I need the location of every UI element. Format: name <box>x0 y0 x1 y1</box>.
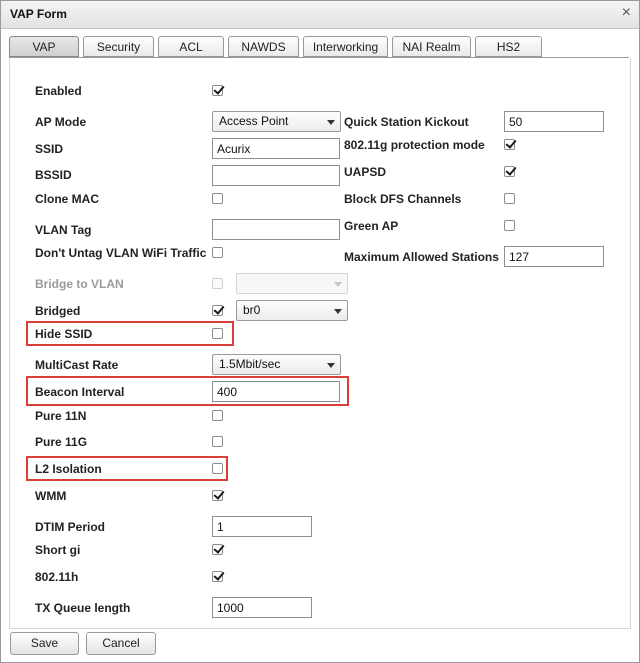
bridged-checkbox[interactable] <box>212 305 223 316</box>
pure-11n-checkbox[interactable] <box>212 410 223 421</box>
dot11h-label: 802.11h <box>35 570 79 584</box>
beacon-interval-label: Beacon Interval <box>35 385 125 399</box>
tab-security[interactable]: Security <box>83 36 154 57</box>
quick-station-kickout-input[interactable] <box>504 111 604 132</box>
ssid-label: SSID <box>35 142 64 156</box>
ssid-input[interactable] <box>212 138 340 159</box>
wmm-label: WMM <box>35 489 67 503</box>
clone-mac-checkbox[interactable] <box>212 193 223 204</box>
bssid-label: BSSID <box>35 168 72 182</box>
clone-mac-label: Clone MAC <box>35 192 99 206</box>
bridge-select[interactable]: br0 <box>236 300 348 321</box>
cancel-button[interactable]: Cancel <box>86 632 156 655</box>
green-ap-checkbox[interactable] <box>504 220 515 231</box>
ap-mode-select[interactable]: Access Point <box>212 111 341 132</box>
multicast-rate-label: MultiCast Rate <box>35 358 119 372</box>
tab-nawds[interactable]: NAWDS <box>228 36 299 57</box>
tx-queue-length-label: TX Queue length <box>35 601 131 615</box>
tab-acl[interactable]: ACL <box>158 36 224 57</box>
block-dfs-checkbox[interactable] <box>504 193 515 204</box>
bridge-to-vlan-select <box>236 273 348 294</box>
multicast-rate-select[interactable]: 1.5Mbit/sec <box>212 354 341 375</box>
short-gi-checkbox[interactable] <box>212 544 223 555</box>
g-protection-checkbox[interactable] <box>504 139 515 150</box>
max-stations-label: Maximum Allowed Stations <box>344 250 499 264</box>
tab-nai-realm[interactable]: NAI Realm <box>392 36 471 57</box>
hide-ssid-label: Hide SSID <box>35 327 93 341</box>
bssid-input[interactable] <box>212 165 340 186</box>
g-protection-label: 802.11g protection mode <box>344 138 485 152</box>
tab-vap[interactable]: VAP <box>9 36 79 57</box>
vlan-tag-label: VLAN Tag <box>35 223 92 237</box>
uapsd-label: UAPSD <box>344 165 387 179</box>
dont-untag-label: Don't Untag VLAN WiFi Traffic <box>35 246 207 260</box>
uapsd-checkbox[interactable] <box>504 166 515 177</box>
tab-interworking[interactable]: Interworking <box>303 36 388 57</box>
hide-ssid-checkbox[interactable] <box>212 328 223 339</box>
tx-queue-length-input[interactable] <box>212 597 312 618</box>
pure-11g-checkbox[interactable] <box>212 436 223 447</box>
vap-form-dialog: VAP Form × VAP Security ACL NAWDS Interw… <box>0 0 640 663</box>
bridge-to-vlan-label: Bridge to VLAN <box>35 277 124 291</box>
short-gi-label: Short gi <box>35 543 81 557</box>
chevron-down-icon <box>334 309 342 314</box>
vlan-tag-input[interactable] <box>212 219 340 240</box>
chevron-down-icon <box>327 363 335 368</box>
ap-mode-label: AP Mode <box>35 115 87 129</box>
pure-11g-label: Pure 11G <box>35 435 88 449</box>
title-bar[interactable]: VAP Form × <box>1 1 639 29</box>
wmm-checkbox[interactable] <box>212 490 223 501</box>
multicast-rate-value: 1.5Mbit/sec <box>219 357 281 371</box>
chevron-down-icon <box>327 120 335 125</box>
close-icon[interactable]: × <box>622 5 631 21</box>
pure-11n-label: Pure 11N <box>35 409 87 423</box>
enabled-label: Enabled <box>35 84 82 98</box>
bridged-label: Bridged <box>35 304 81 318</box>
dont-untag-checkbox[interactable] <box>212 247 223 258</box>
tab-hs2[interactable]: HS2 <box>475 36 542 57</box>
beacon-interval-input[interactable] <box>212 381 340 402</box>
dtim-period-label: DTIM Period <box>35 520 106 534</box>
quick-station-kickout-label: Quick Station Kickout <box>344 115 469 129</box>
dtim-period-input[interactable] <box>212 516 312 537</box>
max-stations-input[interactable] <box>504 246 604 267</box>
ap-mode-value: Access Point <box>219 114 289 128</box>
save-button[interactable]: Save <box>10 632 79 655</box>
bridge-to-vlan-checkbox <box>212 278 223 289</box>
dot11h-checkbox[interactable] <box>212 571 223 582</box>
bridge-value: br0 <box>243 303 261 317</box>
chevron-down-icon <box>334 282 342 287</box>
l2-isolation-label: L2 Isolation <box>35 462 102 476</box>
block-dfs-label: Block DFS Channels <box>344 192 462 206</box>
enabled-checkbox[interactable] <box>212 85 223 96</box>
l2-isolation-checkbox[interactable] <box>212 463 223 474</box>
dialog-title: VAP Form <box>10 7 67 21</box>
green-ap-label: Green AP <box>344 219 399 233</box>
